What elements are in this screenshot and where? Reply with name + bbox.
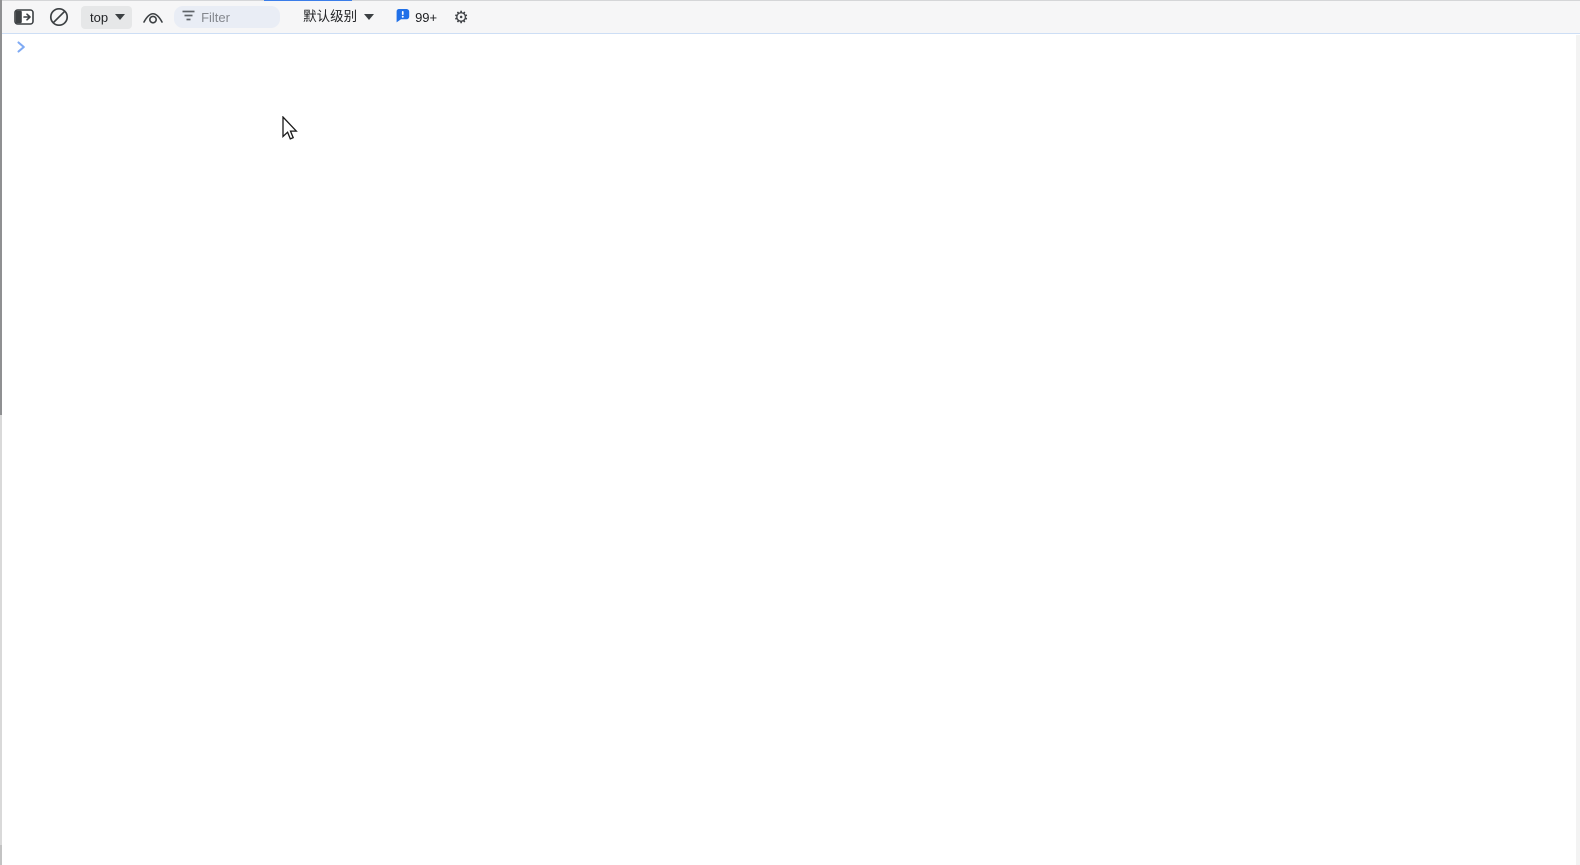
console-settings-button[interactable]: ⚙: [448, 4, 474, 30]
log-levels-dropdown[interactable]: 默认级别: [299, 4, 378, 30]
show-console-sidebar-icon: [14, 9, 34, 25]
console-messages-area[interactable]: [2, 35, 1576, 865]
log-levels-label: 默认级别: [303, 9, 358, 25]
issues-count: 99+: [415, 9, 438, 25]
issues-counter-button[interactable]: 99+: [392, 4, 440, 30]
console-filter-field[interactable]: [174, 6, 281, 28]
show-console-sidebar-button[interactable]: [11, 4, 37, 30]
console-input[interactable]: [27, 37, 1576, 57]
gear-icon: ⚙: [453, 7, 469, 27]
create-live-expression-button[interactable]: [140, 4, 166, 30]
eye-icon: [142, 10, 164, 25]
scrollbar-track[interactable]: [1576, 35, 1580, 865]
clear-console-button[interactable]: [46, 4, 72, 30]
chevron-down-icon: [364, 14, 375, 20]
console-toolbar: top 默认级别: [2, 1, 1580, 34]
context-selector-label: top: [90, 9, 109, 25]
console-prompt-row[interactable]: [2, 37, 1576, 59]
window-edge-left-foot: [0, 845, 2, 865]
filter-lines-icon: [182, 8, 201, 26]
window-edge-left-dark: [0, 0, 2, 415]
devtools-console-panel: top 默认级别: [0, 0, 1580, 865]
issues-bubble-icon: [395, 8, 410, 26]
chevron-right-icon: [16, 40, 27, 58]
javascript-context-selector[interactable]: top: [81, 5, 133, 29]
window-edge-left-light: [0, 415, 2, 845]
chevron-down-icon: [115, 14, 126, 20]
filter-input[interactable]: [201, 9, 273, 25]
ban-circle-icon: [49, 7, 69, 27]
